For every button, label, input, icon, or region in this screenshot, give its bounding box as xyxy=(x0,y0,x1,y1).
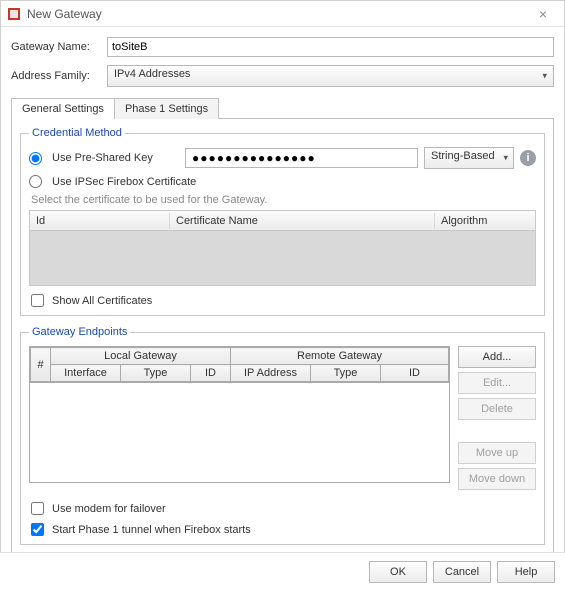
certificate-table: Id Certificate Name Algorithm xyxy=(29,210,536,286)
address-family-label: Address Family: xyxy=(11,70,107,82)
gateway-name-input[interactable] xyxy=(107,37,554,57)
ep-col-remote-type[interactable]: Type xyxy=(311,365,381,382)
chevron-down-icon: ▾ xyxy=(503,153,508,164)
ep-header-local[interactable]: Local Gateway xyxy=(51,348,231,365)
use-cert-label: Use IPSec Firebox Certificate xyxy=(52,176,196,188)
ep-col-local-id[interactable]: ID xyxy=(191,365,231,382)
ep-col-hash[interactable]: # xyxy=(31,348,51,382)
window-title: New Gateway xyxy=(27,7,528,21)
cert-col-algorithm[interactable]: Algorithm xyxy=(435,213,535,229)
endpoints-empty-area[interactable] xyxy=(29,383,450,483)
address-family-row: Address Family: IPv4 Addresses ▾ xyxy=(11,65,554,87)
tab-general-settings[interactable]: General Settings xyxy=(11,98,115,119)
tab-strip: General Settings Phase 1 Settings xyxy=(11,97,554,118)
psk-type-value: String-Based xyxy=(431,150,495,162)
ep-col-remote-ip[interactable]: IP Address xyxy=(231,365,311,382)
dialog-footer: OK Cancel Help xyxy=(0,552,565,591)
cancel-button[interactable]: Cancel xyxy=(433,561,491,583)
cert-col-name[interactable]: Certificate Name xyxy=(170,213,435,229)
start-phase1-option[interactable]: Start Phase 1 tunnel when Firebox starts xyxy=(29,523,536,536)
use-cert-radio[interactable] xyxy=(29,175,42,188)
gateway-name-label: Gateway Name: xyxy=(11,41,107,53)
use-cert-option[interactable]: Use IPSec Firebox Certificate xyxy=(29,175,536,188)
cert-hint: Select the certificate to be used for th… xyxy=(31,194,536,206)
ep-header-remote[interactable]: Remote Gateway xyxy=(231,348,449,365)
edit-button[interactable]: Edit... xyxy=(458,372,536,394)
chevron-down-icon: ▾ xyxy=(542,71,547,82)
ep-col-local-type[interactable]: Type xyxy=(121,365,191,382)
close-icon[interactable]: × xyxy=(528,6,558,22)
endpoints-table: # Local Gateway Remote Gateway Interface… xyxy=(29,346,450,383)
endpoints-legend: Gateway Endpoints xyxy=(29,326,130,338)
gateway-name-row: Gateway Name: xyxy=(11,37,554,57)
show-all-certs-checkbox[interactable] xyxy=(31,294,44,307)
endpoint-options: Use modem for failover Start Phase 1 tun… xyxy=(29,502,536,536)
tab-phase1-settings[interactable]: Phase 1 Settings xyxy=(114,98,219,119)
certificate-table-header: Id Certificate Name Algorithm xyxy=(30,211,535,231)
psk-type-select[interactable]: String-Based ▾ xyxy=(424,147,514,169)
app-icon xyxy=(7,7,21,21)
endpoints-table-container: # Local Gateway Remote Gateway Interface… xyxy=(29,346,450,483)
use-modem-checkbox[interactable] xyxy=(31,502,44,515)
use-modem-option[interactable]: Use modem for failover xyxy=(29,502,536,515)
gateway-endpoints-group: Gateway Endpoints # Local Gateway Remote… xyxy=(20,326,545,545)
use-psk-label: Use Pre-Shared Key xyxy=(52,152,153,164)
cert-col-id[interactable]: Id xyxy=(30,213,170,229)
use-psk-radio[interactable] xyxy=(29,152,42,165)
ep-col-interface[interactable]: Interface xyxy=(51,365,121,382)
show-all-certs-option[interactable]: Show All Certificates xyxy=(29,294,536,307)
titlebar: New Gateway × xyxy=(1,1,564,27)
use-psk-option[interactable]: Use Pre-Shared Key xyxy=(29,152,179,165)
address-family-value: IPv4 Addresses xyxy=(114,68,190,80)
use-modem-label: Use modem for failover xyxy=(52,503,166,515)
psk-input[interactable] xyxy=(185,148,418,168)
psk-row: Use Pre-Shared Key String-Based ▾ i xyxy=(29,147,536,169)
address-family-select[interactable]: IPv4 Addresses ▾ xyxy=(107,65,554,87)
move-down-button[interactable]: Move down xyxy=(458,468,536,490)
tab-panel-general: Credential Method Use Pre-Shared Key Str… xyxy=(11,118,554,566)
credential-method-group: Credential Method Use Pre-Shared Key Str… xyxy=(20,127,545,316)
help-button[interactable]: Help xyxy=(497,561,555,583)
credential-legend: Credential Method xyxy=(29,127,125,139)
info-icon[interactable]: i xyxy=(520,150,536,166)
dialog-content: Gateway Name: Address Family: IPv4 Addre… xyxy=(1,27,564,574)
endpoints-body: # Local Gateway Remote Gateway Interface… xyxy=(29,346,536,490)
endpoints-buttons: Add... Edit... Delete Move up Move down xyxy=(458,346,536,490)
move-up-button[interactable]: Move up xyxy=(458,442,536,464)
start-phase1-label: Start Phase 1 tunnel when Firebox starts xyxy=(52,524,251,536)
start-phase1-checkbox[interactable] xyxy=(31,523,44,536)
show-all-certs-label: Show All Certificates xyxy=(52,295,152,307)
ok-button[interactable]: OK xyxy=(369,561,427,583)
delete-button[interactable]: Delete xyxy=(458,398,536,420)
ep-col-remote-id[interactable]: ID xyxy=(381,365,449,382)
add-button[interactable]: Add... xyxy=(458,346,536,368)
